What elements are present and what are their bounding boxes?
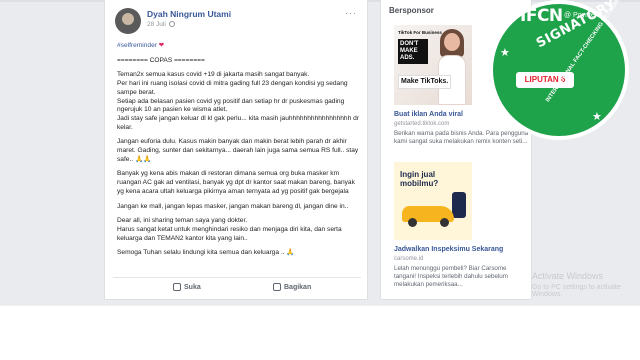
pray-emoji: 🙏 — [286, 249, 295, 257]
star-icon: ★ — [500, 47, 510, 59]
facebook-post: Dyah Ningrum Utami 28 Juli ··· #selfremi… — [104, 0, 368, 300]
activate-windows-title: Activate Windows — [532, 271, 604, 281]
phone-illustration — [452, 192, 466, 218]
globe-icon — [168, 21, 175, 28]
post-paragraph: Jadi stay safe jangan keluar dl kl gak p… — [117, 114, 359, 131]
post-paragraph: Harus sangat ketat untuk menghindari res… — [117, 225, 342, 242]
ad-url[interactable]: getstarted.tiktok.com — [394, 121, 449, 127]
share-icon — [273, 283, 281, 291]
post-paragraph-wrap: Jangan euforia dulu. Kasus makin banyak … — [117, 138, 363, 164]
post-date-text[interactable]: 28 Juli — [147, 21, 166, 28]
blank-footer — [0, 306, 640, 360]
ad-image-cta: Make TikToks. — [398, 75, 452, 89]
ifcn-logo-text: IFCN — [520, 6, 563, 26]
ad-title-link[interactable]: Jadwalkan Inspeksimu Sekarang — [394, 246, 503, 253]
share-button[interactable]: Bagikan — [273, 283, 311, 291]
pray-emoji: 🙏🙏 — [134, 155, 152, 163]
post-header-line: ======== COPAS ======== — [117, 56, 205, 64]
ad-description-line: tangani! Inspeksi terlebih dahulu sebelu… — [394, 273, 508, 280]
ad-image-headline: DON'T MAKE ADS. — [398, 39, 428, 64]
like-button[interactable]: Suka — [173, 283, 201, 291]
post-paragraph: Banyak yg kena abis makan di restoran di… — [117, 170, 355, 195]
author-avatar[interactable] — [115, 8, 141, 34]
post-date[interactable]: 28 Juli — [147, 21, 175, 28]
ad-description-line: kami sangat suka melakukan remix konten … — [394, 138, 528, 145]
share-label: Bagikan — [284, 283, 312, 291]
ad-title-link[interactable]: Buat iklan Anda viral — [394, 111, 463, 118]
ad-description-line: Berikan warna pada bisnis Anda. Para pen… — [394, 130, 528, 137]
person-illustration — [434, 29, 470, 105]
more-options-icon[interactable]: ··· — [345, 8, 357, 18]
post-paragraph: Jangan euforia dulu. Kasus makin banyak … — [117, 138, 359, 163]
post-body: #selfreminder ❤ ======== COPAS ======== … — [117, 42, 363, 264]
post-paragraph: Teman2x semua kasus covid +19 di jakarta… — [117, 71, 310, 79]
carsome-ad-image[interactable]: Ingin jual mobilmu? — [394, 162, 472, 240]
post-paragraph: Per hari ini ruang isolasi covid di mitr… — [117, 80, 348, 96]
thumbs-up-icon — [173, 283, 181, 291]
person-head — [444, 33, 460, 51]
tiktok-ad-image[interactable]: TikTok For Business DON'T MAKE ADS. Make… — [394, 25, 472, 105]
car-wheel — [408, 218, 417, 227]
post-paragraph: Setiap ada belasan pasien covid yg posit… — [117, 97, 345, 114]
post-paragraph-wrap: Semoga Tuhan selalu lindungi kita semua … — [117, 249, 363, 258]
sponsored-heading: Bersponsor — [389, 6, 434, 15]
heart-emoji: ❤ — [158, 42, 165, 49]
car-wheel — [440, 218, 449, 227]
post-paragraph: Semoga Tuhan selalu lindungi kita semua … — [117, 249, 285, 257]
hashtag-link[interactable]: #selfreminder — [117, 42, 157, 49]
ad-description-line: Lelah menunggu pembeli? Biar Carsome — [394, 265, 507, 272]
ad-image-headline: Ingin jual mobilmu? — [400, 170, 439, 188]
ad-url[interactable]: carsome.id — [394, 256, 423, 262]
star-icon: ★ — [592, 111, 602, 123]
post-actions: Suka Bagikan — [113, 277, 361, 295]
like-label: Suka — [184, 283, 201, 291]
activate-windows-subtitle: Go to PC settings to activate Windows. — [532, 284, 621, 298]
post-paragraph: Dear all, ini sharing teman saya yang do… — [117, 217, 248, 225]
author-name[interactable]: Dyah Ningrum Utami — [147, 9, 231, 19]
post-paragraph: Jangan ke mall, jangan lepas masker, jan… — [117, 202, 349, 210]
ad-description-line: melakukan pemeriksaa... — [394, 281, 463, 288]
